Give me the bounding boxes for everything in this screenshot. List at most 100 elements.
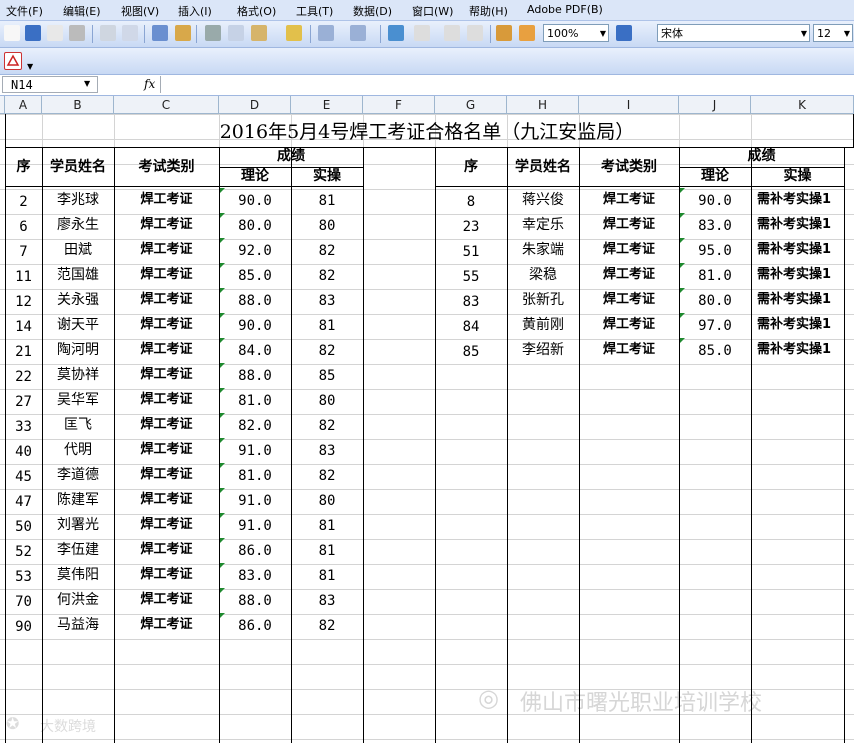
seq-header: 序 — [16, 159, 31, 175]
save-icon[interactable] — [25, 25, 41, 41]
seq-cell: 50 — [15, 519, 32, 535]
seq-cell: 45 — [15, 469, 32, 485]
grid-line — [0, 639, 854, 640]
student-name-cell: 朱家端 — [522, 242, 564, 258]
sort-descending-icon[interactable] — [467, 25, 483, 41]
research-icon[interactable] — [175, 25, 191, 41]
preview-icon[interactable] — [122, 25, 138, 41]
column-header[interactable]: G — [435, 96, 507, 114]
column-header[interactable]: H — [507, 96, 579, 114]
menu-item[interactable]: 插入(I) — [178, 3, 212, 19]
exam-type-cell: 焊工考证 — [140, 292, 193, 307]
exam-type-cell: 焊工考证 — [140, 392, 193, 407]
watermark-brand: 大数跨境 — [40, 719, 96, 735]
chevron-down-icon[interactable]: ▼ — [844, 25, 850, 43]
print-icon[interactable] — [100, 25, 116, 41]
theory-score-cell: 84.0 — [238, 343, 272, 359]
theory-score-cell: 81.0 — [698, 268, 732, 284]
border-line — [507, 147, 508, 743]
select-all-corner[interactable] — [0, 96, 5, 114]
exam-type-cell: 焊工考证 — [602, 192, 655, 207]
menu-item[interactable]: 窗口(W) — [412, 3, 453, 19]
zoom-combo[interactable]: 100% ▼ — [543, 24, 609, 42]
column-header[interactable]: E — [291, 96, 363, 114]
sort-ascending-icon[interactable] — [444, 25, 460, 41]
column-header[interactable]: F — [363, 96, 435, 114]
seq-cell: 6 — [19, 219, 28, 235]
menu-item[interactable]: 帮助(H) — [469, 3, 508, 19]
menu-item[interactable]: 工具(T) — [296, 3, 333, 19]
column-header[interactable]: C — [114, 96, 219, 114]
number-as-text-indicator — [220, 563, 225, 568]
formula-input[interactable] — [160, 76, 853, 93]
paste-icon[interactable] — [251, 25, 267, 41]
print-preview-icon[interactable] — [47, 25, 63, 41]
student-name-cell: 李道德 — [57, 467, 99, 483]
theory-score-cell: 81.0 — [238, 393, 272, 409]
seq-cell: 14 — [15, 319, 32, 335]
column-header[interactable]: K — [751, 96, 854, 114]
number-as-text-indicator — [680, 338, 685, 343]
chevron-down-icon[interactable]: ▼ — [600, 25, 606, 43]
number-as-text-indicator — [220, 588, 225, 593]
pdf-toolbar: ▼ — [0, 48, 854, 75]
font-size-combo[interactable]: 12 ▼ — [813, 24, 853, 42]
border-line — [844, 147, 845, 743]
new-file-icon[interactable] — [4, 25, 20, 41]
cut-icon[interactable] — [205, 25, 221, 41]
column-header[interactable]: B — [42, 96, 114, 114]
column-header[interactable]: A — [5, 96, 42, 114]
menu-item[interactable]: 数据(D) — [353, 3, 392, 19]
menu-item[interactable]: 视图(V) — [121, 3, 159, 19]
practice-score-cell: 82 — [318, 418, 336, 434]
chart-icon[interactable] — [496, 25, 512, 41]
seq-cell: 27 — [15, 394, 32, 410]
practice-score-cell: 81 — [318, 543, 336, 559]
menu-item[interactable]: Adobe PDF(B) — [527, 3, 603, 16]
menu-item[interactable]: 编辑(E) — [63, 3, 101, 19]
number-as-text-indicator — [220, 338, 225, 343]
column-header[interactable]: D — [219, 96, 291, 114]
undo-icon[interactable] — [318, 25, 334, 41]
pdf-icon[interactable] — [4, 52, 22, 70]
student-name-cell: 莫伟阳 — [57, 567, 99, 583]
exam-type-cell: 焊工考证 — [602, 342, 655, 357]
theory-score-cell: 91.0 — [238, 493, 272, 509]
format-painter-icon[interactable] — [286, 25, 302, 41]
menu-item[interactable]: 格式(O) — [237, 3, 276, 19]
copy-icon[interactable] — [228, 25, 244, 41]
autosum-icon[interactable] — [414, 25, 430, 41]
toolbar-separator — [196, 25, 197, 43]
border-line — [579, 147, 580, 743]
practice-status-cell: 需补考实操1 — [757, 192, 832, 207]
border-line — [679, 147, 680, 743]
practice-score-cell: 82 — [318, 243, 336, 259]
drawing-icon[interactable] — [519, 25, 535, 41]
column-header[interactable]: J — [679, 96, 751, 114]
theory-score-cell: 91.0 — [238, 443, 272, 459]
function-icon[interactable]: fx — [144, 77, 155, 91]
sheet-title: 2016年5月4号焊工考证合格名单（九江安监局） — [219, 121, 635, 143]
practice-header: 实操 — [783, 168, 812, 184]
print-icon[interactable] — [69, 25, 85, 41]
seq-cell: 23 — [462, 219, 480, 235]
font-combo[interactable]: 宋体 ▼ — [657, 24, 810, 42]
help-icon[interactable] — [616, 25, 632, 41]
practice-status-cell: 需补考实操1 — [757, 317, 832, 332]
redo-icon[interactable] — [350, 25, 366, 41]
name-box-dropdown-icon[interactable]: ▼ — [84, 79, 90, 88]
zoom-value: 100% — [547, 27, 579, 40]
practice-score-cell: 81 — [318, 193, 336, 209]
exam-type-cell: 焊工考证 — [140, 592, 193, 607]
seq-cell: 55 — [462, 269, 480, 285]
menu-item[interactable]: 文件(F) — [6, 3, 43, 19]
chevron-down-icon[interactable]: ▼ — [801, 25, 807, 43]
number-as-text-indicator — [680, 263, 685, 268]
spelling-icon[interactable] — [152, 25, 168, 41]
theory-score-cell: 83.0 — [238, 568, 272, 584]
score-header: 成绩 — [747, 148, 776, 164]
hyperlink-icon[interactable] — [388, 25, 404, 41]
column-header[interactable]: I — [579, 96, 679, 114]
border-line — [435, 147, 436, 743]
toolbar-options-icon[interactable]: ▼ — [27, 62, 33, 71]
